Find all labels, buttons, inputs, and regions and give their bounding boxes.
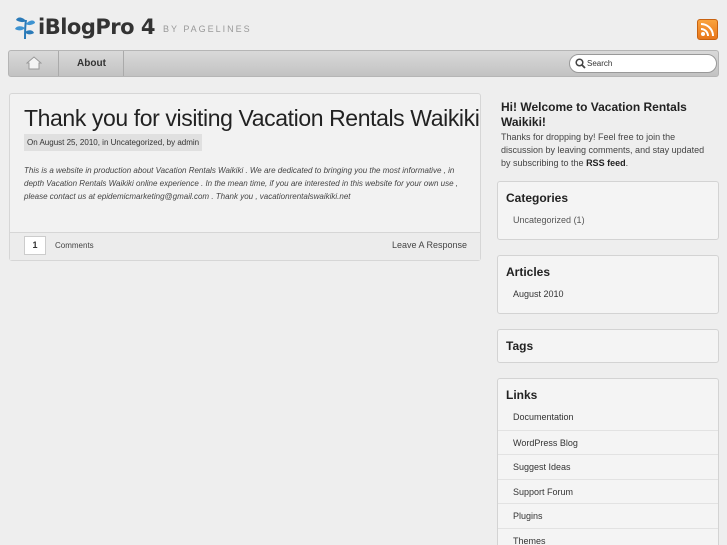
logo-subtitle: BY PAGELINES [162, 24, 252, 34]
category-label[interactable]: Uncategorized [513, 215, 571, 225]
tags-title: Tags [506, 339, 534, 353]
search-input[interactable] [587, 56, 712, 71]
post-body: This is a website in production about Va… [24, 166, 459, 201]
comment-count-badge[interactable]: 1 [24, 236, 46, 255]
main-nav: About [8, 50, 719, 77]
rss-glyph-icon [700, 23, 714, 37]
welcome-text-end: . [625, 158, 629, 168]
leaf-logo-icon [15, 17, 35, 40]
links-widget: Links Documentation WordPress Blog Sugge… [497, 378, 719, 545]
tags-widget: Tags [497, 329, 719, 363]
welcome-text: Thanks for dropping by! Feel free to joi… [501, 131, 706, 170]
link-item-documentation[interactable]: Documentation [498, 405, 718, 430]
articles-title: Articles [506, 265, 551, 279]
link-item-support-forum[interactable]: Support Forum [498, 478, 718, 504]
site-logo[interactable]: iBlogPro 4 BY PAGELINES [14, 14, 252, 40]
categories-title: Categories [506, 191, 569, 205]
nav-home-button[interactable] [9, 51, 59, 76]
category-item[interactable]: Uncategorized (1) [498, 208, 718, 233]
links-title: Links [506, 388, 538, 402]
rss-feed-link[interactable]: RSS feed [586, 158, 626, 168]
categories-widget: Categories Uncategorized (1) [497, 181, 719, 240]
site-header: iBlogPro 4 BY PAGELINES [0, 0, 727, 48]
article-archive-item[interactable]: August 2010 [498, 282, 718, 307]
nav-about-link[interactable]: About [60, 51, 124, 76]
post-footer: 1 Comments Leave A Response [10, 232, 480, 260]
search-icon [575, 58, 586, 69]
home-icon [26, 56, 42, 70]
post-meta: On August 25, 2010, in Uncategorized, by… [24, 134, 203, 151]
logo-text: iBlogPro 4 [38, 15, 155, 39]
post-card: Thank you for visiting Vacation Rentals … [9, 93, 481, 261]
search-box [569, 54, 717, 73]
comments-link[interactable]: Comments [55, 241, 94, 250]
rss-icon[interactable] [697, 19, 718, 40]
link-item-wordpress-blog[interactable]: WordPress Blog [498, 429, 718, 455]
link-item-themes[interactable]: Themes [498, 527, 718, 545]
leave-response-link[interactable]: Leave A Response [392, 240, 467, 250]
link-item-suggest-ideas[interactable]: Suggest Ideas [498, 454, 718, 479]
post-title[interactable]: Thank you for visiting Vacation Rentals … [24, 105, 480, 132]
category-count: (1) [573, 215, 585, 225]
link-item-plugins[interactable]: Plugins [498, 503, 718, 528]
articles-widget: Articles August 2010 [497, 255, 719, 314]
welcome-title: Hi! Welcome to Vacation Rentals Waikiki! [501, 100, 687, 129]
